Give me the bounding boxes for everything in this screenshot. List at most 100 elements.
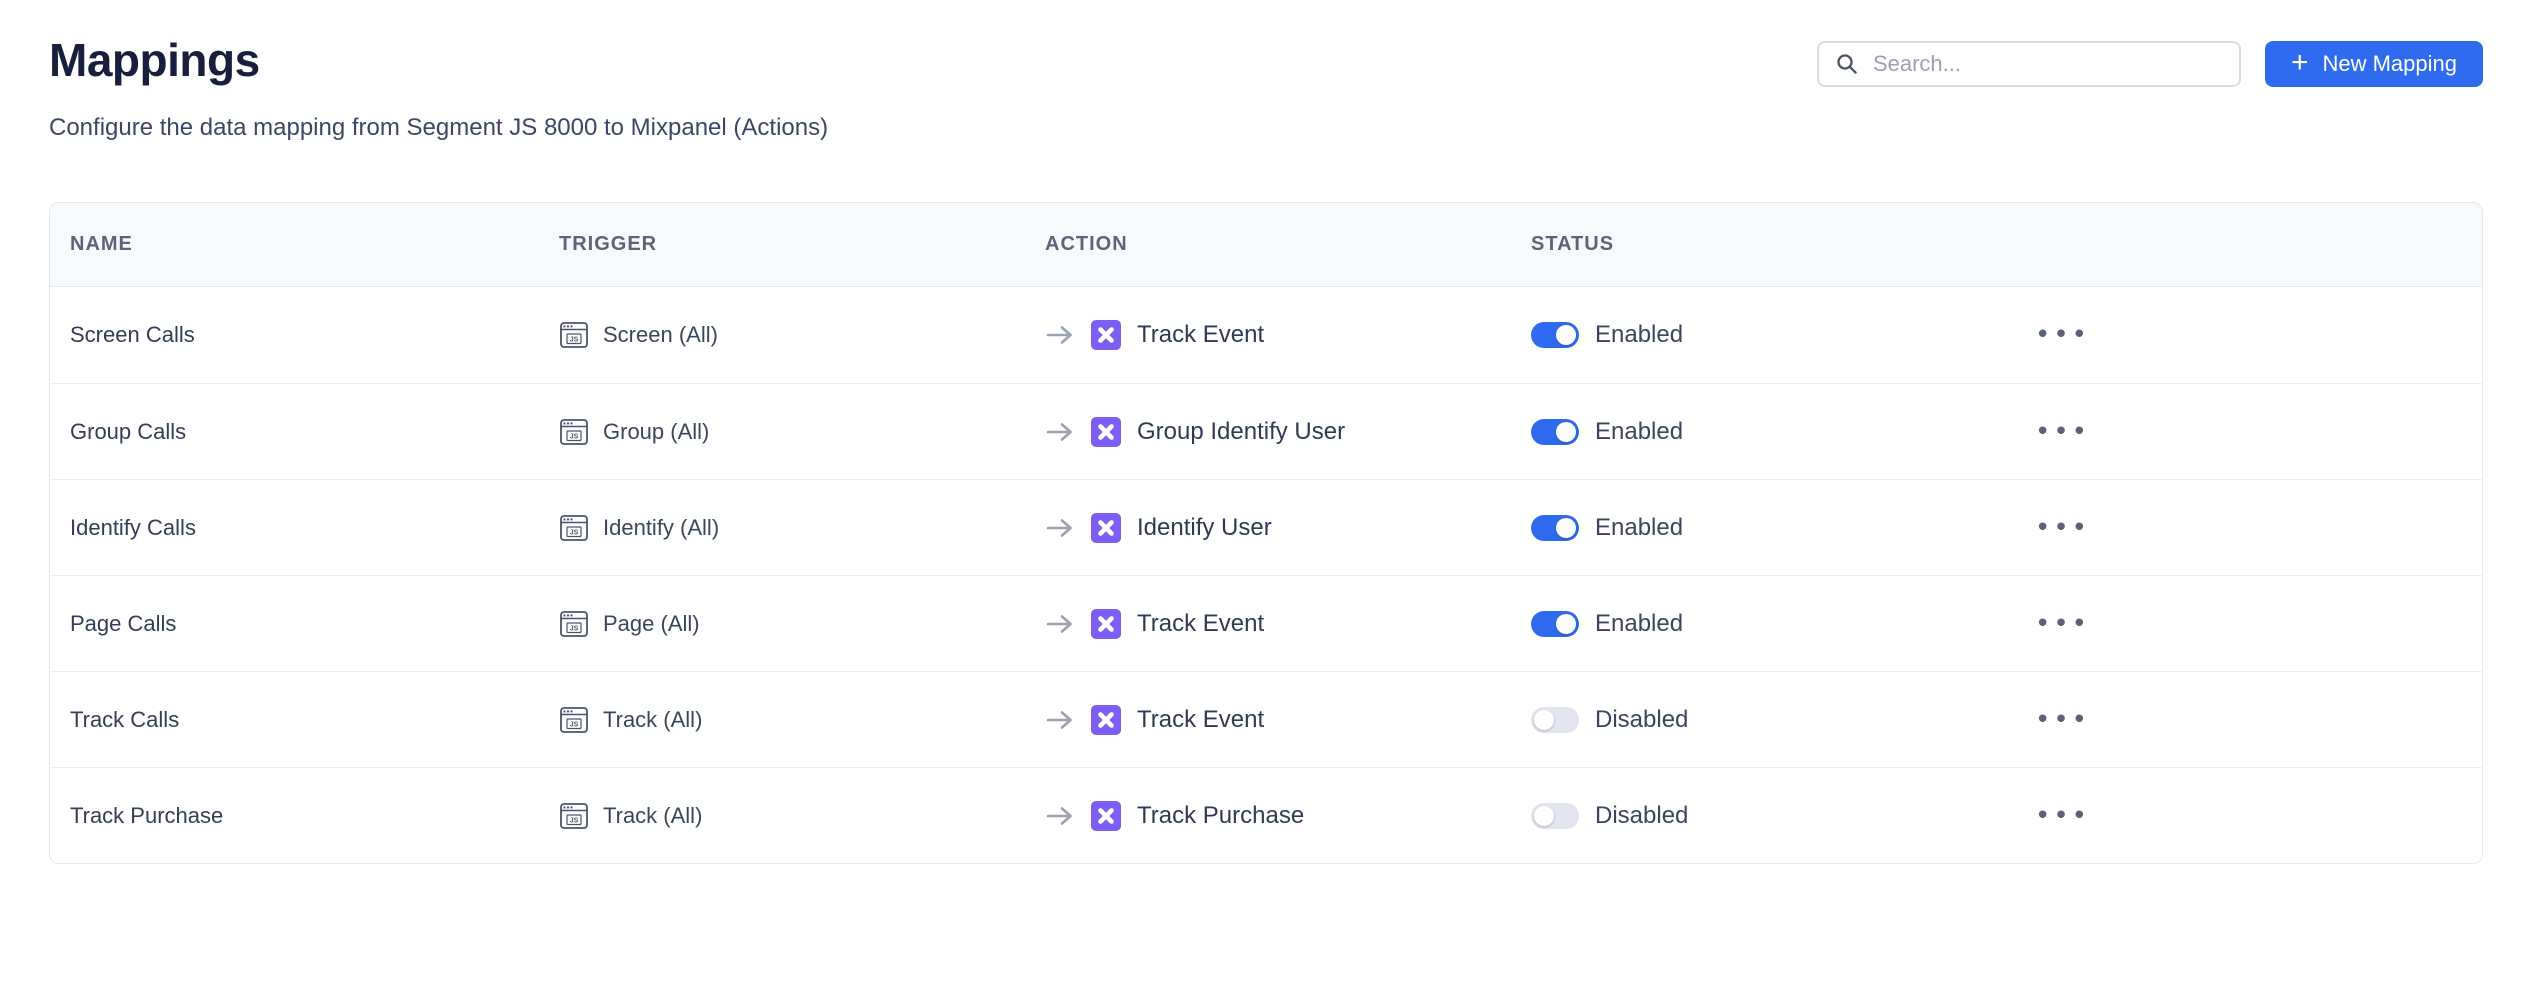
trigger-label: Track (All) (603, 707, 702, 733)
status-toggle[interactable] (1531, 322, 1579, 348)
search-box[interactable] (1817, 41, 2241, 87)
mixpanel-icon (1091, 320, 1121, 350)
mapping-menu: ••• (2011, 413, 2482, 451)
mapping-action: Track Event (1025, 609, 1511, 639)
status-toggle[interactable] (1531, 707, 1579, 733)
svg-text:JS: JS (570, 433, 579, 440)
mapping-action: Group Identify User (1025, 417, 1511, 447)
mapping-status: Disabled (1511, 802, 2011, 830)
column-header-action: ACTION (1025, 233, 1511, 256)
mapping-name: Group Calls (50, 419, 539, 445)
table-row: Page Calls JS Page (All) (50, 575, 2482, 671)
status-toggle[interactable] (1531, 419, 1579, 445)
row-menu-button[interactable]: ••• (2031, 316, 2094, 354)
status-label: Enabled (1595, 321, 1683, 349)
mapping-trigger: JS Identify (All) (539, 513, 1025, 543)
row-menu-button[interactable]: ••• (2031, 701, 2094, 739)
mapping-status: Enabled (1511, 418, 2011, 446)
mapping-name: Screen Calls (50, 322, 539, 348)
action-label: Track Event (1137, 706, 1264, 734)
mapping-menu: ••• (2011, 316, 2482, 354)
row-menu-button[interactable]: ••• (2031, 797, 2094, 835)
mapping-menu: ••• (2011, 509, 2482, 547)
mapping-name: Page Calls (50, 611, 539, 637)
mapping-trigger: JS Track (All) (539, 801, 1025, 831)
mapping-name: Identify Calls (50, 515, 539, 541)
mixpanel-icon (1091, 705, 1121, 735)
mapping-menu: ••• (2011, 605, 2482, 643)
mapping-action: Track Event (1025, 705, 1511, 735)
source-browser-js-icon: JS (559, 417, 589, 447)
action-label: Group Identify User (1137, 418, 1345, 446)
column-header-trigger: TRIGGER (539, 233, 1025, 256)
arrow-right-icon (1045, 320, 1075, 350)
svg-text:JS: JS (570, 529, 579, 536)
table-row: Track Purchase JS Track (All) (50, 767, 2482, 863)
column-header-status: STATUS (1511, 233, 2011, 256)
mappings-table: NAME TRIGGER ACTION STATUS Screen Calls … (49, 202, 2483, 864)
status-label: Disabled (1595, 706, 1688, 734)
toolbar: + New Mapping (1817, 41, 2483, 87)
row-menu-button[interactable]: ••• (2031, 413, 2094, 451)
source-browser-js-icon: JS (559, 609, 589, 639)
svg-text:JS: JS (570, 336, 579, 343)
mapping-status: Enabled (1511, 610, 2011, 638)
new-mapping-button[interactable]: + New Mapping (2265, 41, 2483, 87)
status-toggle[interactable] (1531, 803, 1579, 829)
arrow-right-icon (1045, 513, 1075, 543)
row-menu-button[interactable]: ••• (2031, 605, 2094, 643)
mapping-name: Track Calls (50, 707, 539, 733)
action-label: Identify User (1137, 514, 1272, 542)
table-row: Identify Calls JS Identify (All) (50, 479, 2482, 575)
action-label: Track Event (1137, 610, 1264, 638)
arrow-right-icon (1045, 417, 1075, 447)
arrow-right-icon (1045, 705, 1075, 735)
status-toggle[interactable] (1531, 611, 1579, 637)
table-header: NAME TRIGGER ACTION STATUS (50, 203, 2482, 287)
row-menu-button[interactable]: ••• (2031, 509, 2094, 547)
mapping-action: Track Purchase (1025, 801, 1511, 831)
trigger-label: Page (All) (603, 611, 700, 637)
mixpanel-icon (1091, 417, 1121, 447)
mixpanel-icon (1091, 609, 1121, 639)
mapping-action: Track Event (1025, 320, 1511, 350)
source-browser-js-icon: JS (559, 513, 589, 543)
search-icon (1835, 52, 1859, 76)
action-label: Track Purchase (1137, 802, 1304, 830)
mixpanel-icon (1091, 513, 1121, 543)
status-label: Enabled (1595, 610, 1683, 638)
trigger-label: Identify (All) (603, 515, 719, 541)
svg-text:JS: JS (570, 817, 579, 824)
mixpanel-icon (1091, 801, 1121, 831)
page-subtitle: Configure the data mapping from Segment … (49, 114, 2483, 142)
plus-icon: + (2291, 48, 2309, 78)
svg-text:JS: JS (570, 625, 579, 632)
mappings-page: Mappings Configure the data mapping from… (0, 0, 2532, 1004)
mapping-trigger: JS Page (All) (539, 609, 1025, 639)
arrow-right-icon (1045, 801, 1075, 831)
arrow-right-icon (1045, 609, 1075, 639)
mapping-trigger: JS Screen (All) (539, 320, 1025, 350)
status-label: Enabled (1595, 418, 1683, 446)
trigger-label: Screen (All) (603, 322, 718, 348)
status-label: Disabled (1595, 802, 1688, 830)
new-mapping-label: New Mapping (2322, 51, 2457, 77)
mapping-status: Enabled (1511, 514, 2011, 542)
mapping-name: Track Purchase (50, 803, 539, 829)
status-label: Enabled (1595, 514, 1683, 542)
column-header-name: NAME (50, 233, 539, 256)
table-row: Track Calls JS Track (All) (50, 671, 2482, 767)
mapping-trigger: JS Track (All) (539, 705, 1025, 735)
search-input[interactable] (1873, 51, 2223, 77)
source-browser-js-icon: JS (559, 801, 589, 831)
table-row: Screen Calls JS Screen (All) (50, 287, 2482, 383)
table-body: Screen Calls JS Screen (All) (50, 287, 2482, 863)
trigger-label: Group (All) (603, 419, 709, 445)
mapping-menu: ••• (2011, 797, 2482, 835)
mapping-status: Disabled (1511, 706, 2011, 734)
svg-text:JS: JS (570, 721, 579, 728)
mapping-status: Enabled (1511, 321, 2011, 349)
action-label: Track Event (1137, 321, 1264, 349)
status-toggle[interactable] (1531, 515, 1579, 541)
source-browser-js-icon: JS (559, 705, 589, 735)
